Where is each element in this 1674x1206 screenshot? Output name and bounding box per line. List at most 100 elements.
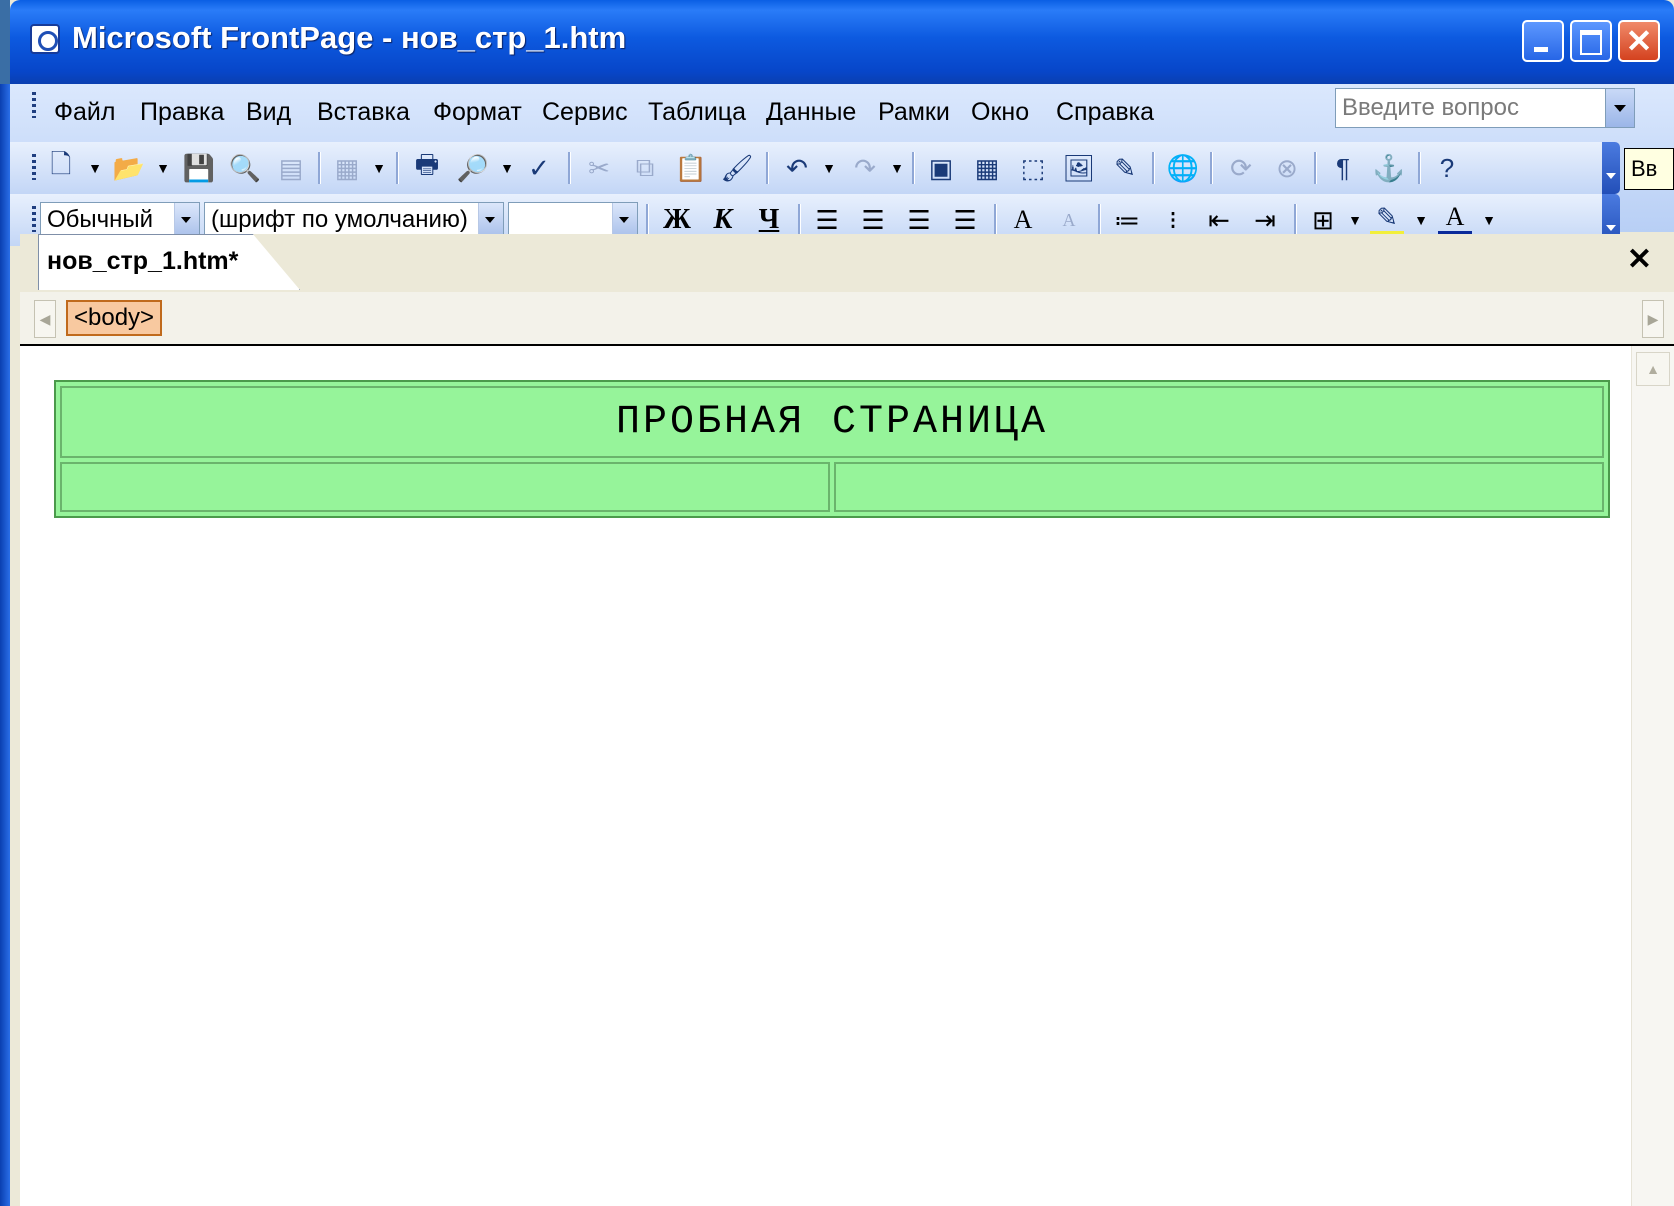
chevron-down-icon[interactable]: ▼ bbox=[822, 151, 836, 185]
decrease-font-icon[interactable]: A bbox=[1052, 203, 1086, 237]
menu-tools[interactable]: Сервис bbox=[542, 84, 628, 140]
justify-icon[interactable]: ☰ bbox=[948, 203, 982, 237]
scroll-left-button[interactable]: ◀ bbox=[34, 300, 56, 338]
hyperlink-icon[interactable]: 🌐 bbox=[1166, 151, 1200, 185]
copy-icon[interactable]: ⧉ bbox=[628, 151, 662, 185]
open-folder-icon[interactable]: 📂 bbox=[112, 151, 146, 185]
decrease-indent-icon[interactable]: ⇤ bbox=[1202, 203, 1236, 237]
ask-question-input[interactable]: Введите вопрос bbox=[1335, 88, 1635, 128]
clipped-tooltip: Вв bbox=[1624, 148, 1674, 190]
font-value: (шрифт по умолчанию) bbox=[211, 206, 468, 233]
font-select[interactable]: (шрифт по умолчанию) bbox=[204, 202, 504, 238]
align-left-icon[interactable]: ☰ bbox=[810, 203, 844, 237]
align-right-icon[interactable]: ☰ bbox=[902, 203, 936, 237]
chevron-down-icon[interactable]: ▼ bbox=[156, 151, 170, 185]
menu-frames[interactable]: Рамки bbox=[878, 84, 950, 140]
insert-picture-icon[interactable]: 🖼 bbox=[1062, 151, 1096, 185]
title-bar[interactable]: Microsoft FrontPage - нов_стр_1.htm ✕ bbox=[10, 0, 1674, 84]
chevron-down-icon[interactable]: ▼ bbox=[1414, 203, 1428, 237]
toolbar-options-button[interactable] bbox=[1602, 142, 1620, 194]
increase-font-icon[interactable]: A bbox=[1006, 203, 1040, 237]
toggle-pane-icon[interactable]: ▦ bbox=[330, 151, 364, 185]
chevron-down-icon[interactable] bbox=[1605, 89, 1634, 127]
table-cell[interactable] bbox=[834, 462, 1604, 512]
toolbar-separator bbox=[1418, 152, 1421, 184]
frontpage-window: Microsoft FrontPage - нов_стр_1.htm ✕ Фа… bbox=[10, 0, 1674, 1206]
menu-window[interactable]: Окно bbox=[971, 84, 1029, 140]
spelling-icon[interactable]: ✓ bbox=[522, 151, 556, 185]
font-color-icon[interactable]: A bbox=[1438, 202, 1472, 236]
save-icon[interactable]: 💾 bbox=[182, 151, 216, 185]
bulleted-list-icon[interactable]: ⁝ bbox=[1156, 203, 1190, 237]
window-title: Microsoft FrontPage - нов_стр_1.htm bbox=[72, 20, 627, 55]
chevron-down-icon[interactable]: ▼ bbox=[372, 151, 386, 185]
drawing-icon[interactable]: ✎ bbox=[1108, 151, 1142, 185]
menu-format[interactable]: Формат bbox=[433, 84, 522, 140]
chevron-down-icon[interactable]: ▼ bbox=[1482, 203, 1496, 237]
new-page-icon[interactable]: 🗋 bbox=[44, 149, 78, 185]
undo-icon[interactable]: ↶ bbox=[780, 151, 814, 185]
underline-button[interactable]: Ч bbox=[752, 203, 786, 237]
help-icon[interactable]: ? bbox=[1430, 151, 1464, 185]
toolbar-separator bbox=[1152, 152, 1155, 184]
chevron-down-icon[interactable]: ▼ bbox=[890, 151, 904, 185]
print-icon[interactable]: 🖶 bbox=[410, 149, 444, 185]
menu-help[interactable]: Справка bbox=[1056, 84, 1154, 140]
refresh-icon[interactable]: ⟳ bbox=[1224, 151, 1258, 185]
menu-view[interactable]: Вид bbox=[246, 84, 291, 140]
chevron-down-icon[interactable] bbox=[174, 203, 199, 237]
chevron-down-icon[interactable]: ▼ bbox=[1348, 203, 1362, 237]
layer-icon[interactable]: ⬚ bbox=[1016, 151, 1050, 185]
increase-indent-icon[interactable]: ⇥ bbox=[1248, 203, 1282, 237]
italic-button[interactable]: К bbox=[706, 203, 740, 237]
cut-icon[interactable]: ✂ bbox=[582, 151, 616, 185]
close-window-button[interactable]: ✕ bbox=[1618, 20, 1660, 62]
insert-table-icon[interactable]: ▦ bbox=[970, 151, 1004, 185]
scroll-up-button[interactable]: ▲ bbox=[1636, 352, 1670, 386]
menu-grip[interactable] bbox=[32, 92, 36, 118]
page-table[interactable]: ПРОБНАЯ СТРАНИЦА bbox=[54, 380, 1610, 518]
maximize-button[interactable] bbox=[1570, 20, 1612, 62]
numbered-list-icon[interactable]: ≔ bbox=[1110, 203, 1144, 237]
format-painter-icon[interactable]: 🖌 bbox=[720, 151, 754, 185]
minimize-button[interactable] bbox=[1522, 20, 1564, 62]
table-heading-cell[interactable]: ПРОБНАЯ СТРАНИЦА bbox=[60, 386, 1604, 458]
toolbar-grip[interactable] bbox=[32, 206, 36, 232]
vertical-scrollbar[interactable]: ▲ bbox=[1631, 346, 1674, 1206]
toolbar-separator bbox=[646, 204, 649, 236]
stop-icon[interactable]: ⊗ bbox=[1270, 151, 1304, 185]
frontpage-app-icon[interactable] bbox=[30, 24, 60, 54]
redo-icon[interactable]: ↷ bbox=[848, 151, 882, 185]
body-tag-button[interactable]: <body> bbox=[66, 300, 163, 336]
menu-data[interactable]: Данные bbox=[766, 84, 856, 140]
style-select[interactable]: Обычный bbox=[40, 202, 200, 238]
design-view[interactable]: ПРОБНАЯ СТРАНИЦА ▲ bbox=[20, 346, 1674, 1206]
document-tab-strip: нов_стр_1.htm* ✕ bbox=[20, 234, 1674, 294]
menu-insert[interactable]: Вставка bbox=[317, 84, 410, 140]
borders-icon[interactable]: ⊞ bbox=[1306, 203, 1340, 237]
chevron-down-icon[interactable]: ▼ bbox=[500, 151, 514, 185]
paste-icon[interactable]: 📋 bbox=[674, 151, 708, 185]
toolbar-grip[interactable] bbox=[32, 154, 36, 180]
menu-file[interactable]: Файл bbox=[54, 84, 115, 140]
chevron-down-icon[interactable] bbox=[612, 203, 637, 237]
align-center-icon[interactable]: ☰ bbox=[856, 203, 890, 237]
toolbar-separator bbox=[568, 152, 571, 184]
table-cell[interactable] bbox=[60, 462, 830, 512]
tab-document[interactable]: нов_стр_1.htm* bbox=[38, 234, 300, 290]
bold-button[interactable]: Ж bbox=[660, 203, 694, 237]
search-icon[interactable]: 🔍 bbox=[228, 151, 262, 185]
scroll-right-button[interactable]: ▶ bbox=[1642, 300, 1664, 338]
close-document-button[interactable]: ✕ bbox=[1627, 242, 1652, 277]
chevron-down-icon[interactable] bbox=[478, 203, 503, 237]
web-component-icon[interactable]: ▣ bbox=[924, 151, 958, 185]
highlight-icon[interactable]: ✎ bbox=[1370, 202, 1404, 236]
menu-table[interactable]: Таблица bbox=[648, 84, 746, 140]
paragraph-marks-icon[interactable]: ¶ bbox=[1326, 151, 1360, 185]
anchor-icon[interactable]: ⚓ bbox=[1372, 151, 1406, 185]
publish-icon[interactable]: ▤ bbox=[274, 151, 308, 185]
preview-icon[interactable]: 🔎 bbox=[456, 151, 490, 185]
chevron-down-icon[interactable]: ▼ bbox=[88, 151, 102, 185]
font-size-select[interactable] bbox=[508, 202, 638, 238]
menu-edit[interactable]: Правка bbox=[140, 84, 224, 140]
